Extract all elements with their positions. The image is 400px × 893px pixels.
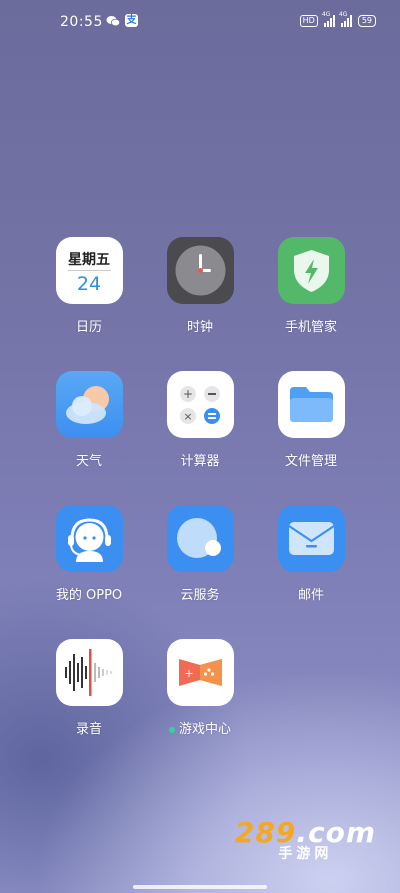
hd-badge: HD (299, 15, 318, 27)
game-center-icon: + (166, 639, 234, 706)
recorder-icon (55, 639, 123, 706)
app-label: 时钟 (186, 320, 213, 335)
status-bar: 20:55 支 HD 4G 4G 59 (0, 0, 400, 44)
my-oppo-icon (55, 505, 123, 572)
alipay-icon: 支 (125, 14, 138, 27)
file-manager-icon (277, 371, 345, 438)
app-file-manager[interactable]: 文件管理 (256, 371, 366, 469)
home-indicator[interactable] (133, 885, 267, 889)
wechat-icon (106, 16, 120, 27)
app-calculator[interactable]: + × 计算器 (145, 371, 255, 469)
app-mail[interactable]: 邮件 (256, 505, 366, 603)
app-clock[interactable]: 时钟 (145, 237, 255, 335)
app-label: 邮件 (297, 588, 324, 603)
app-weather[interactable]: 天气 (34, 371, 144, 469)
app-my-oppo[interactable]: 我的 OPPO (34, 505, 144, 603)
app-label: 我的 OPPO (55, 588, 123, 603)
mail-icon (277, 505, 345, 572)
weather-icon (55, 371, 123, 438)
app-label: 手机管家 (284, 320, 337, 335)
new-badge-dot (168, 726, 175, 733)
status-indicators: HD 4G 4G 59 (299, 11, 376, 27)
app-cloud-service[interactable]: 云服务 (145, 505, 255, 603)
cloud-service-icon (166, 505, 234, 572)
calculator-icon: + × (166, 371, 234, 438)
battery-icon: 59 (357, 15, 376, 27)
app-label: 游戏中心 (145, 718, 255, 737)
app-label: 文件管理 (284, 454, 337, 469)
app-label: 录音 (75, 722, 102, 737)
phone-manager-icon (277, 237, 345, 304)
app-label: 天气 (75, 454, 102, 469)
signal-icon-2: 4G (339, 11, 352, 27)
app-label: 计算器 (180, 454, 220, 469)
app-recorder[interactable]: 录音 (34, 639, 144, 737)
app-label: 日历 (75, 320, 102, 335)
svg-text:×: × (183, 410, 192, 423)
app-label: 云服务 (180, 588, 220, 603)
app-phone-manager[interactable]: 手机管家 (256, 237, 366, 335)
signal-icon: 4G (322, 11, 335, 27)
app-calendar[interactable]: 星期五 24 日历 (34, 237, 144, 335)
watermark-logo: 289.com 手游网 (234, 816, 376, 862)
svg-text:+: + (182, 387, 192, 401)
svg-text:+: + (184, 667, 193, 680)
status-time: 20:55 (60, 14, 103, 30)
calendar-icon: 星期五 24 (55, 237, 123, 304)
clock-icon (166, 237, 234, 304)
app-game-center[interactable]: + 游戏中心 (145, 639, 255, 737)
